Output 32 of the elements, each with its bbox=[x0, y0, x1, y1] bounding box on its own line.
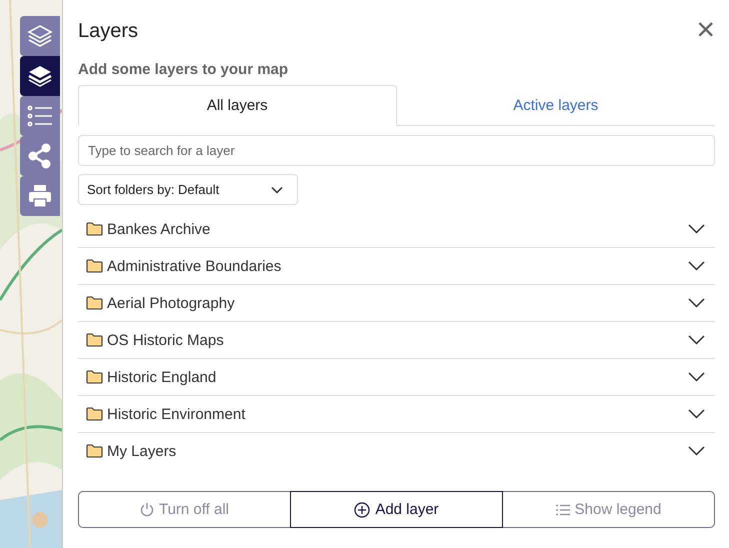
layers-icon bbox=[27, 23, 53, 49]
close-button[interactable]: × bbox=[696, 14, 715, 48]
folder-row[interactable]: Bankes Archive bbox=[78, 211, 715, 248]
layers-icon bbox=[27, 63, 53, 89]
folder-icon bbox=[86, 370, 103, 384]
printer-icon bbox=[28, 184, 52, 208]
folder-icon bbox=[86, 259, 103, 273]
chevron-down-icon bbox=[271, 186, 283, 194]
tab[interactable]: All layers bbox=[78, 85, 396, 126]
folder-row[interactable]: Aerial Photography bbox=[78, 285, 715, 322]
power-icon bbox=[140, 502, 154, 517]
folder-icon bbox=[86, 333, 103, 347]
folder-row[interactable]: Historic Environment bbox=[78, 396, 715, 433]
folder-icon bbox=[86, 444, 103, 458]
panel-title: Layers bbox=[78, 20, 138, 42]
list-icon bbox=[556, 504, 570, 516]
share-icon bbox=[28, 143, 52, 169]
tab[interactable]: Active layers bbox=[396, 85, 715, 126]
folder-row[interactable]: OS Historic Maps bbox=[78, 322, 715, 359]
folder-icon bbox=[86, 296, 103, 310]
folder-row[interactable]: Historic England bbox=[78, 359, 715, 396]
list-icon bbox=[27, 104, 53, 128]
footer-button[interactable]: Add layer bbox=[290, 491, 503, 528]
folder-row[interactable]: Administrative Boundaries bbox=[78, 248, 715, 285]
sort-dropdown[interactable]: Sort folders by: Default bbox=[78, 174, 298, 205]
plus-circle-icon bbox=[354, 502, 370, 518]
folder-icon bbox=[86, 222, 103, 236]
search-field[interactable]: Type to search for a layer bbox=[78, 135, 715, 166]
folder-icon bbox=[86, 407, 103, 421]
toolbar-button[interactable] bbox=[20, 56, 60, 96]
panel-subtitle: Add some layers to your map bbox=[78, 61, 290, 78]
folder-row[interactable]: My Layers bbox=[78, 433, 715, 469]
